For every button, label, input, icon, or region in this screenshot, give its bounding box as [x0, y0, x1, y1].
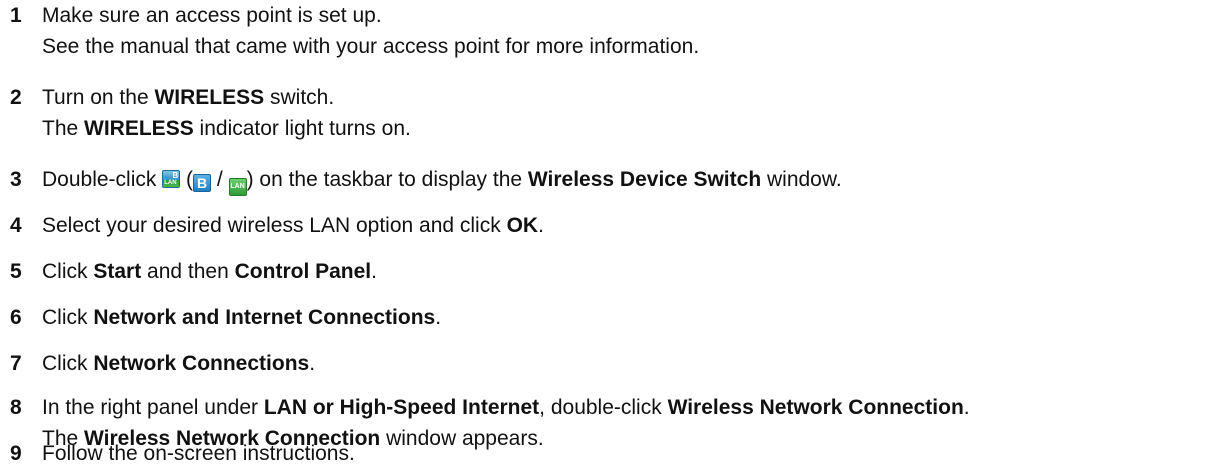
step-text-line: Click Network and Internet Connections.	[42, 302, 441, 333]
step-text-line: In the right panel under LAN or High-Spe…	[42, 392, 970, 423]
step-text-line: The WIRELESS indicator light turns on.	[42, 113, 411, 144]
lan-icon: LAN	[228, 178, 247, 196]
step-text: Double-click	[42, 168, 163, 191]
step-text-line: Make sure an access point is set up.	[42, 0, 382, 31]
emphasized-term: WIRELESS	[84, 117, 194, 140]
step-number: 6	[10, 306, 22, 329]
emphasized-term: Network and Internet Connections	[93, 306, 436, 329]
step-number: 7	[10, 352, 22, 375]
step-text-line: See the manual that came with your acces…	[42, 31, 699, 62]
step-text: .	[435, 306, 442, 329]
step-text-line: Follow the on-screen instructions.	[42, 438, 355, 469]
emphasized-term: LAN or High-Speed Internet	[263, 396, 540, 419]
step-number: 4	[10, 214, 22, 237]
step-number: 5	[10, 260, 22, 283]
step-text: ) on the taskbar to display the	[246, 168, 528, 191]
step-text: .	[538, 214, 544, 237]
step-number: 3	[10, 168, 22, 191]
step-text: Click	[42, 306, 94, 329]
emphasized-term: Wireless Network Connection	[667, 396, 964, 419]
step-text: .	[309, 352, 316, 375]
step-text: .	[963, 396, 970, 419]
step-text: .	[371, 260, 377, 283]
step-text: indicator light turns on.	[193, 117, 411, 140]
step-number: 8	[10, 396, 22, 419]
step-number: 1	[10, 4, 22, 27]
emphasized-term: OK	[506, 214, 539, 237]
emphasized-term: Start	[93, 260, 142, 283]
step-text-line: Turn on the WIRELESS switch.	[42, 82, 334, 113]
emphasized-term: Network Connections	[93, 352, 310, 375]
step-text: switch.	[264, 86, 335, 109]
wireless-switch-icon-label-top: B	[172, 171, 179, 180]
wireless-switch-icon: B LAN	[162, 170, 181, 188]
step-text: window.	[761, 168, 842, 191]
step-text: (	[180, 168, 194, 191]
step-text: The	[42, 117, 85, 140]
step-text-line: Click Network Connections.	[42, 348, 315, 379]
step-text: Make sure an access point is set up.	[42, 4, 382, 27]
emphasized-term: Control Panel	[234, 260, 372, 283]
step-text: See the manual that came with your acces…	[42, 35, 700, 58]
step-text: and then	[141, 260, 235, 283]
step-text: window appears.	[380, 427, 544, 450]
step-text: /	[211, 168, 229, 191]
step-text: , double-click	[539, 396, 668, 419]
step-text-line: Select your desired wireless LAN option …	[42, 210, 544, 241]
step-text: Turn on the	[42, 86, 155, 109]
step-text: In the right panel under	[42, 396, 264, 419]
step-text: Click	[42, 352, 94, 375]
emphasized-term: WIRELESS	[154, 86, 265, 109]
wireless-switch-icon-label-bottom: LAN	[164, 180, 177, 186]
emphasized-term: Wireless Device Switch	[527, 168, 762, 191]
step-text: Select your desired wireless LAN option …	[42, 214, 507, 237]
step-number: 9	[10, 442, 22, 465]
step-text-line: Double-click B LAN (B / LAN) on the taskb…	[42, 164, 842, 196]
step-text-line: Click Start and then Control Panel.	[42, 256, 377, 287]
bluetooth-icon: B	[193, 174, 212, 192]
step-text: Click	[42, 260, 94, 283]
step-text: Follow the on-screen instructions.	[42, 442, 355, 465]
step-number: 2	[10, 86, 22, 109]
